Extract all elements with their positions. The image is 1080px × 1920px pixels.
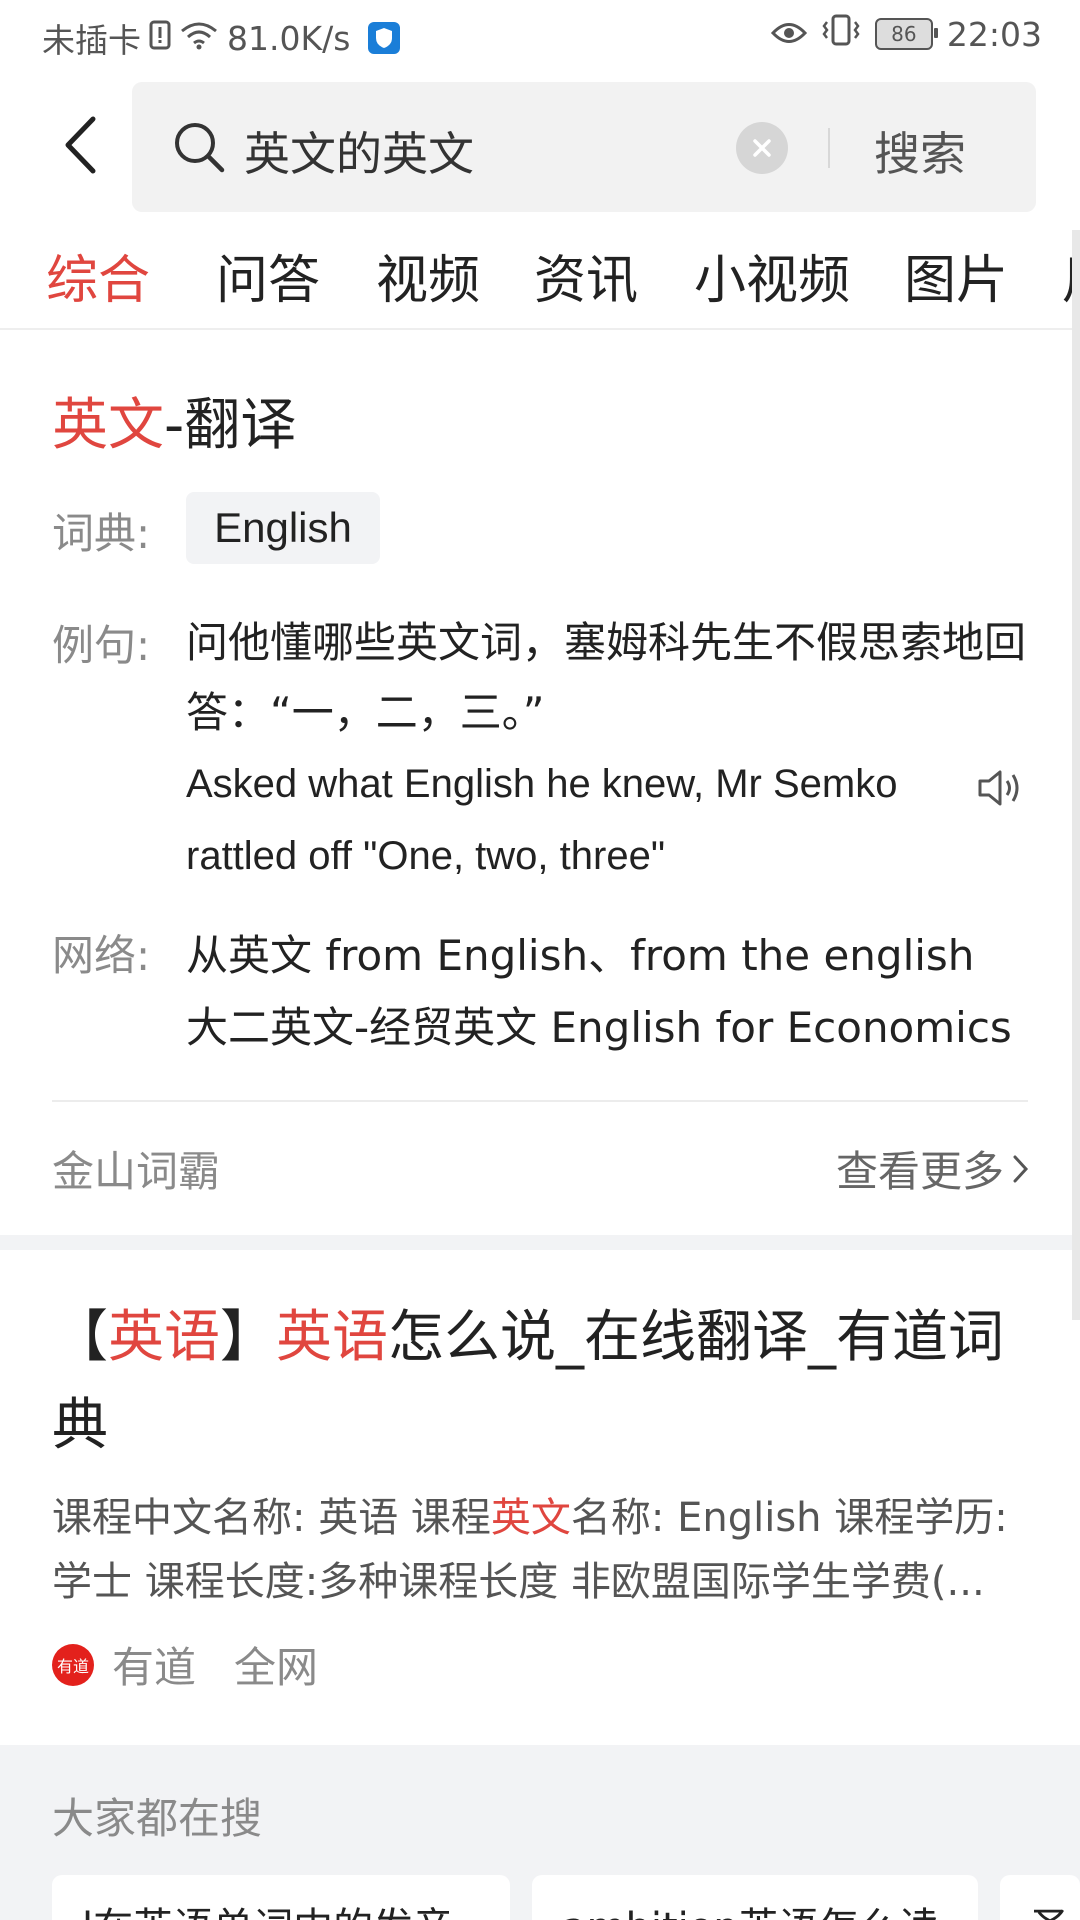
clear-search-button[interactable] xyxy=(736,122,788,174)
search-icon xyxy=(175,123,225,173)
dictionary-source: 金山词霸 xyxy=(52,1147,221,1196)
source-name: 有道 xyxy=(112,1643,197,1692)
search-button[interactable]: 搜索 xyxy=(874,118,966,184)
clock: 22:03 xyxy=(946,14,1042,54)
search-result-card[interactable]: 【英语】英语怎么说_在线翻译_有道词典 课程中文名称: 英语 课程英文名称: E… xyxy=(0,1250,1080,1745)
close-icon xyxy=(753,139,771,157)
view-more-link[interactable]: 查看更多 xyxy=(836,1138,1030,1199)
tab-news[interactable]: 资讯 xyxy=(534,238,638,313)
back-button[interactable] xyxy=(50,110,110,180)
title-bracket-open: 【 xyxy=(52,1305,108,1370)
wifi-icon xyxy=(179,19,219,58)
source-scope: 全网 xyxy=(234,1643,319,1692)
section-gap xyxy=(0,1235,1080,1250)
youdao-logo-icon: 有道 xyxy=(52,1643,94,1686)
dictionary-title[interactable]: 英文-翻译 xyxy=(52,380,296,461)
eye-icon xyxy=(770,15,807,54)
carrier-text: 未插卡 xyxy=(42,21,141,60)
card-divider xyxy=(52,1100,1028,1102)
result-source: 有道 有道 全网 xyxy=(52,1634,318,1695)
search-header: 英文的英文 搜索 xyxy=(0,80,1080,212)
sim-alert-icon xyxy=(149,19,171,58)
hot-searches-title: 大家都在搜 xyxy=(52,1794,263,1843)
vibrate-icon xyxy=(821,14,861,54)
search-input[interactable]: 英文的英文 xyxy=(244,118,474,184)
dictionary-card[interactable]: 英文-翻译 词典: English 例句: 问他懂哪些英文词，塞姆科先生不假思索… xyxy=(0,330,1080,1235)
search-divider xyxy=(828,128,830,168)
back-arrow-icon xyxy=(65,116,96,174)
title-highlight: 英文 xyxy=(52,393,164,458)
tab-video[interactable]: 视频 xyxy=(376,238,480,313)
example-chinese: 问他懂哪些英文词，塞姆科先生不假思索地回答：“一，二，三。” xyxy=(186,618,1027,737)
status-right: 86 22:03 xyxy=(770,14,1042,54)
search-box[interactable]: 英文的英文 搜索 xyxy=(132,82,1036,212)
result-title[interactable]: 【英语】英语怎么说_在线翻译_有道词典 xyxy=(52,1294,1042,1470)
tab-qa[interactable]: 问答 xyxy=(216,238,320,313)
scrollbar[interactable] xyxy=(1072,230,1080,1320)
tab-images[interactable]: 图片 xyxy=(904,238,1008,313)
hot-search-chip[interactable]: 圣 xyxy=(1000,1875,1080,1920)
title-rest: -翻译 xyxy=(164,393,297,458)
category-tabs: 综合 问答 视频 资讯 小视频 图片 用 xyxy=(0,228,1080,330)
title-bracket-close: 】 xyxy=(220,1305,276,1370)
speaker-icon[interactable] xyxy=(976,764,1024,812)
network-line-1: 从英文 from English、from the english xyxy=(186,931,975,980)
hot-search-chip[interactable]: ambition英语怎么读 xyxy=(532,1875,978,1920)
status-bar: 未插卡 81.0K/s 86 22:03 xyxy=(0,0,1080,76)
snippet-text-1: 课程中文名称: 英语 课程 xyxy=(52,1495,491,1541)
tab-short-video[interactable]: 小视频 xyxy=(694,238,850,313)
battery-indicator: 86 xyxy=(874,18,938,50)
shield-icon xyxy=(368,22,401,54)
snippet-keyword: 英文 xyxy=(490,1495,571,1541)
dict-value-chip[interactable]: English xyxy=(186,492,380,564)
hot-search-chip[interactable]: l在英语单词中的发音 xyxy=(52,1875,510,1920)
title-keyword: 英语 xyxy=(108,1305,220,1370)
network-speed: 81.0K/s xyxy=(227,18,351,58)
result-snippet: 课程中文名称: 英语 课程英文名称: English 课程学历: 学士 课程长度… xyxy=(52,1486,1042,1614)
dict-label: 词典: xyxy=(52,509,151,558)
example-english: Asked what English he knew, Mr Semko rat… xyxy=(186,762,898,878)
network-line-2: 大二英文-经贸英文 English for Economics xyxy=(186,1003,1012,1052)
example-label: 例句: xyxy=(52,621,151,670)
search-results-page: 未插卡 81.0K/s 86 22:03 英文的英文 搜索 综合 问答 视频 资… xyxy=(0,0,1080,1920)
chevron-right-icon xyxy=(1013,1155,1029,1182)
network-label: 网络: xyxy=(52,931,151,980)
tab-comprehensive[interactable]: 综合 xyxy=(46,238,150,313)
title-keyword-2: 英语 xyxy=(276,1305,388,1370)
status-left: 未插卡 81.0K/s xyxy=(42,14,401,62)
hot-searches-section: 大家都在搜 l在英语单词中的发音 ambition英语怎么读 圣 xyxy=(0,1745,1080,1920)
view-more-label: 查看更多 xyxy=(835,1147,1004,1196)
